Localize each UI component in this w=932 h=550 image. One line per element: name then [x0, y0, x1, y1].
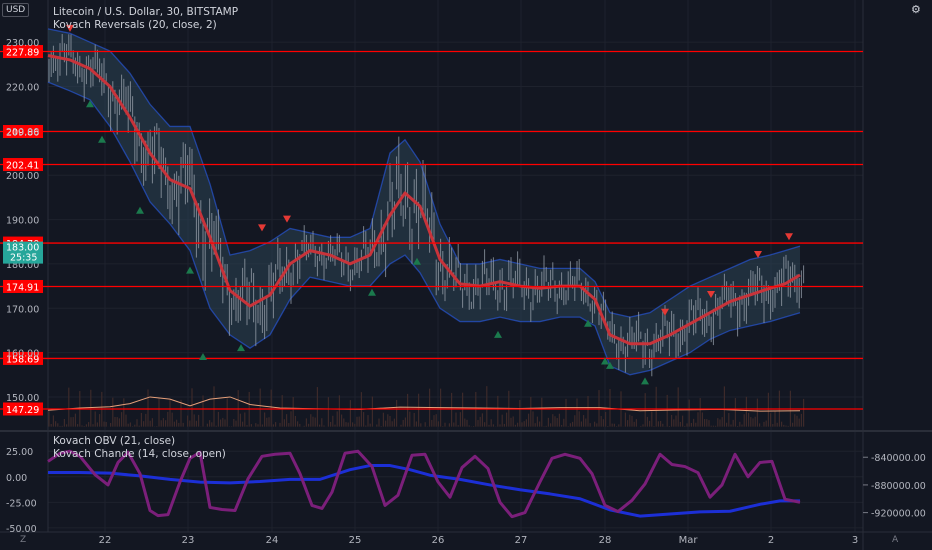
x-tick-label: 3: [852, 535, 858, 546]
x-tick-label: Mar: [679, 535, 699, 546]
settings-gear-icon[interactable]: ⚙: [911, 3, 921, 16]
y-tick-label: 220.00: [6, 83, 39, 94]
sub-y-tick-label: -50.00: [6, 524, 37, 535]
indicator-obv-label[interactable]: Kovach OBV (21, close): [53, 435, 175, 447]
sub-y-tick-label: 25.00: [6, 447, 33, 458]
x-tick-label: 26: [432, 535, 445, 546]
level-label: 202.41: [6, 161, 39, 172]
x-tick-label: 2: [768, 535, 774, 546]
x-tick-label: 24: [266, 535, 279, 546]
sub-y-tick-label: -25.00: [6, 498, 37, 509]
zoom-reset-icon[interactable]: Z: [20, 535, 26, 545]
sub-y-tick-label: 0.00: [6, 473, 27, 484]
sub-y2-tick-label: -920000.00: [871, 509, 926, 520]
y-tick-label: 170.00: [6, 304, 39, 315]
auto-scale-icon[interactable]: A: [892, 535, 898, 545]
x-tick-label: 27: [515, 535, 528, 546]
y-tick-label: 190.00: [6, 216, 39, 227]
sub-y2-tick-label: -880000.00: [871, 481, 926, 492]
indicator-reversals-label[interactable]: Kovach Reversals (20, close, 2): [53, 19, 217, 31]
y-tick-label: 210.00: [6, 127, 39, 138]
y-tick-label: 200.00: [6, 171, 39, 182]
x-tick-label: 25: [349, 535, 362, 546]
y-tick-label: 150.00: [6, 393, 39, 404]
indicator-chande-label[interactable]: Kovach Chande (14, close, open): [53, 448, 226, 460]
level-label: 147.29: [6, 405, 39, 416]
x-tick-label: 22: [99, 535, 112, 546]
price-chart[interactable]: 227.89209.86202.41184.70174.91158.69147.…: [0, 0, 932, 550]
currency-badge[interactable]: USD: [2, 3, 30, 17]
x-tick-label: 28: [599, 535, 612, 546]
y-tick-label: 160.00: [6, 349, 39, 360]
chart-window: 227.89209.86202.41184.70174.91158.69147.…: [0, 0, 932, 550]
level-label: 174.91: [6, 282, 39, 293]
chart-title: Litecoin / U.S. Dollar, 30, BITSTAMP: [53, 6, 239, 18]
x-tick-label: 23: [182, 535, 195, 546]
y-tick-label: 230.00: [6, 38, 39, 49]
bar-countdown: 25:35: [10, 253, 37, 264]
sub-y2-tick-label: -840000.00: [871, 453, 926, 464]
